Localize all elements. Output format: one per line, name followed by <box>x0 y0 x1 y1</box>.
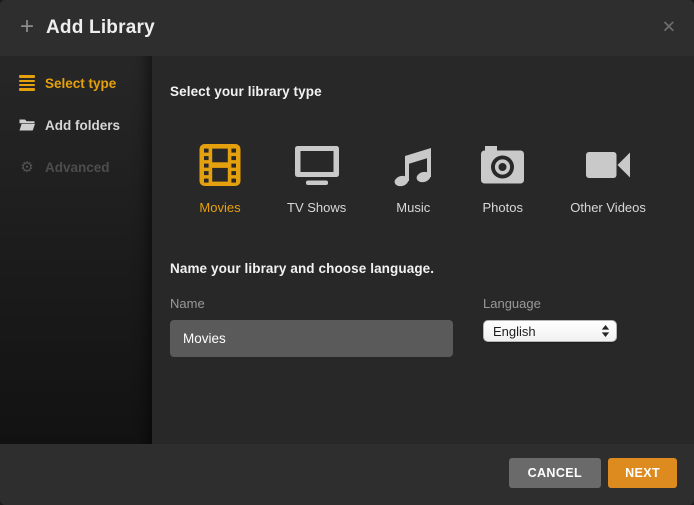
sidebar-item-label: Select type <box>45 76 116 91</box>
tv-icon <box>293 143 341 187</box>
language-field-label: Language <box>483 296 623 311</box>
gear-icon: ⚙ <box>18 160 36 175</box>
name-language-heading: Name your library and choose language. <box>170 261 670 276</box>
language-selected-value: English <box>493 324 601 339</box>
add-library-dialog: + Add Library ✕ Select type Add folders <box>0 0 694 505</box>
dialog-header: + Add Library ✕ <box>0 0 694 56</box>
sidebar-item-label: Add folders <box>45 118 120 133</box>
sidebar-item-advanced[interactable]: ⚙ Advanced <box>0 153 152 181</box>
library-name-input[interactable] <box>170 320 453 357</box>
video-camera-icon <box>585 143 631 187</box>
library-type-picker: Movies TV Shows <box>198 143 670 215</box>
type-label: Movies <box>199 200 240 215</box>
type-photos[interactable]: Photos <box>480 143 525 215</box>
next-button[interactable]: NEXT <box>608 458 677 488</box>
list-lines-icon <box>18 75 36 91</box>
name-field-group: Name <box>170 296 453 357</box>
plus-icon: + <box>20 15 34 39</box>
sidebar-item-select-type[interactable]: Select type <box>0 69 152 97</box>
type-label: TV Shows <box>287 200 346 215</box>
type-label: Photos <box>483 200 523 215</box>
select-type-panel: Select your library type <box>152 56 694 444</box>
sidebar-item-add-folders[interactable]: Add folders <box>0 111 152 139</box>
library-type-heading: Select your library type <box>170 84 670 99</box>
name-language-fields: Name Language English <box>170 296 670 357</box>
sidebar-item-label: Advanced <box>45 160 110 175</box>
wizard-steps-sidebar: Select type Add folders ⚙ Advanced <box>0 56 152 444</box>
camera-icon <box>480 143 525 187</box>
dialog-footer: CANCEL NEXT <box>0 444 694 505</box>
select-stepper-arrows-icon <box>601 324 610 338</box>
music-note-icon <box>391 143 435 187</box>
dialog-body: Select type Add folders ⚙ Advanced <box>0 56 694 444</box>
type-movies[interactable]: Movies <box>198 143 242 215</box>
cancel-button[interactable]: CANCEL <box>509 458 601 488</box>
type-label: Other Videos <box>570 200 646 215</box>
language-field-group: Language English <box>483 296 623 357</box>
folder-icon <box>18 118 36 132</box>
language-select[interactable]: English <box>483 320 617 342</box>
type-music[interactable]: Music <box>391 143 435 215</box>
type-other-videos[interactable]: Other Videos <box>570 143 646 215</box>
close-icon[interactable]: ✕ <box>662 20 676 37</box>
type-label: Music <box>396 200 430 215</box>
film-strip-icon <box>198 143 242 187</box>
name-field-label: Name <box>170 296 453 311</box>
type-tv-shows[interactable]: TV Shows <box>287 143 346 215</box>
dialog-title: Add Library <box>46 17 155 39</box>
